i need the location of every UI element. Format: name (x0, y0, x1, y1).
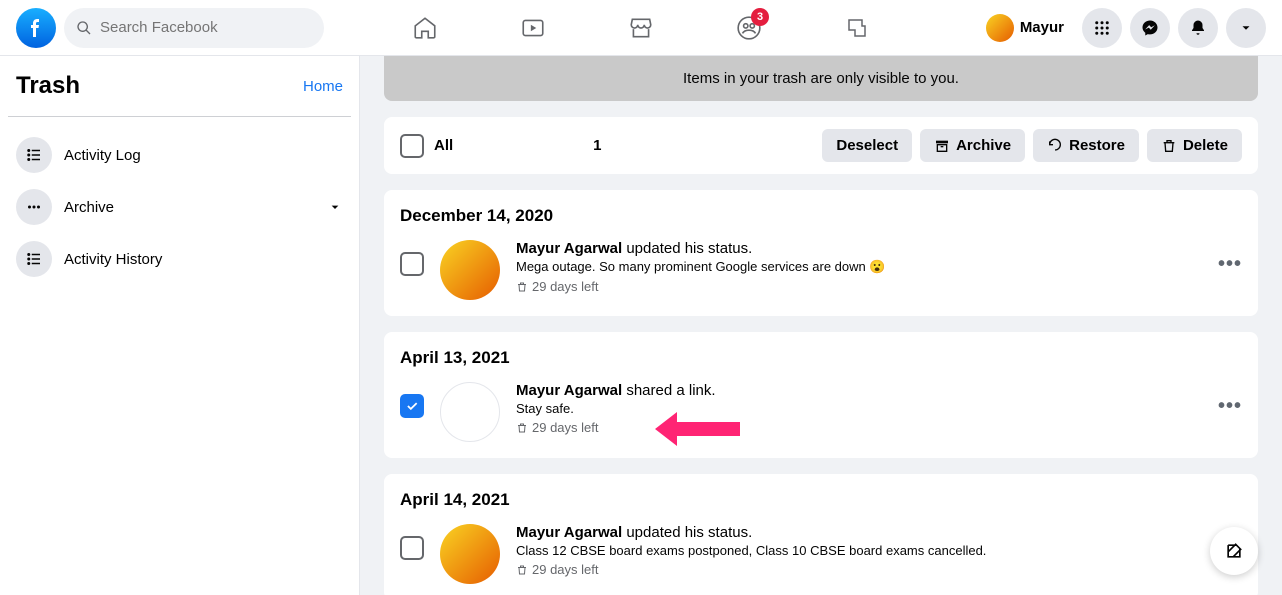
more-button[interactable]: ••• (1218, 395, 1242, 418)
selected-count: 1 (593, 137, 601, 154)
avatar-icon (986, 14, 1014, 42)
item-checkbox[interactable] (400, 394, 424, 418)
home-link[interactable]: Home (303, 78, 343, 95)
sidebar-item-label: Activity Log (64, 147, 343, 164)
gaming-icon (845, 16, 869, 40)
home-icon (412, 15, 438, 41)
sidebar: Trash Home Activity Log Archive Activity… (0, 56, 360, 595)
profile-button[interactable]: Mayur (982, 10, 1074, 46)
sidebar-item-activity-history[interactable]: Activity History (8, 233, 351, 285)
item-meta: 29 days left (516, 562, 1242, 577)
avatar-icon (440, 240, 500, 300)
item-title: Mayur Agarwal updated his status. (516, 524, 1242, 541)
marketplace-icon (628, 15, 654, 41)
profile-name: Mayur (1020, 19, 1064, 36)
groups-tab[interactable]: 3 (699, 4, 799, 52)
menu-button[interactable] (1082, 8, 1122, 48)
nav-right: Mayur (982, 8, 1266, 48)
sidebar-item-archive[interactable]: Archive (8, 181, 351, 233)
caret-down-icon (1239, 21, 1253, 35)
search-box[interactable] (64, 8, 324, 48)
select-all-checkbox[interactable] (400, 134, 424, 158)
sidebar-item-activity-log[interactable]: Activity Log (8, 129, 351, 181)
item-title: Mayur Agarwal updated his status. (516, 240, 1242, 257)
archive-icon (934, 138, 950, 154)
avatar-icon (440, 524, 500, 584)
archive-button[interactable]: Archive (920, 129, 1025, 162)
groups-badge: 3 (751, 8, 769, 26)
restore-button[interactable]: Restore (1033, 129, 1139, 162)
item-body: Class 12 CBSE board exams postponed, Cla… (516, 543, 1242, 558)
all-label: All (434, 137, 453, 154)
messenger-button[interactable] (1130, 8, 1170, 48)
top-navigation: 3 Mayur (0, 0, 1282, 56)
card-date: December 14, 2020 (400, 206, 1242, 226)
card-date: April 14, 2021 (400, 490, 1242, 510)
edit-icon (1224, 541, 1244, 561)
home-tab[interactable] (375, 4, 475, 52)
search-input[interactable] (100, 19, 312, 36)
item-title: Mayur Agarwal shared a link. (516, 382, 1242, 399)
facebook-logo[interactable] (16, 8, 56, 48)
item-meta: 29 days left (516, 420, 1242, 435)
search-icon (76, 20, 92, 36)
messenger-icon (1141, 19, 1159, 37)
delete-button[interactable]: Delete (1147, 129, 1242, 162)
trash-card: December 14, 2020 Mayur Agarwal updated … (384, 190, 1258, 316)
watch-icon (520, 15, 546, 41)
item-checkbox[interactable] (400, 252, 424, 276)
account-button[interactable] (1226, 8, 1266, 48)
watch-tab[interactable] (483, 4, 583, 52)
restore-icon (1047, 138, 1063, 154)
trash-icon (516, 564, 528, 576)
gaming-tab[interactable] (807, 4, 907, 52)
chevron-down-icon (327, 199, 343, 215)
notice-bar: Items in your trash are only visible to … (384, 56, 1258, 101)
content-area: Items in your trash are only visible to … (360, 56, 1282, 595)
list-icon (16, 137, 52, 173)
avatar-icon (440, 382, 500, 442)
dots-icon (16, 189, 52, 225)
more-button[interactable]: ••• (1218, 253, 1242, 276)
notifications-button[interactable] (1178, 8, 1218, 48)
sidebar-item-label: Archive (64, 199, 327, 216)
card-date: April 13, 2021 (400, 348, 1242, 368)
item-body: Stay safe. (516, 401, 1242, 416)
edit-fab[interactable] (1210, 527, 1258, 575)
trash-card: April 14, 2021 Mayur Agarwal updated his… (384, 474, 1258, 595)
trash-icon (516, 281, 528, 293)
marketplace-tab[interactable] (591, 4, 691, 52)
sidebar-item-label: Activity History (64, 251, 343, 268)
nav-center: 3 (375, 4, 907, 52)
item-meta: 29 days left (516, 279, 1242, 294)
item-body: Mega outage. So many prominent Google se… (516, 259, 1242, 275)
trash-icon (1161, 138, 1177, 154)
list-icon (16, 241, 52, 277)
page-title: Trash (16, 72, 80, 100)
trash-card: April 13, 2021 Mayur Agarwal shared a li… (384, 332, 1258, 458)
trash-icon (516, 422, 528, 434)
bell-icon (1189, 19, 1207, 37)
action-bar: All 1 Deselect Archive Restore Delete (384, 117, 1258, 174)
deselect-button[interactable]: Deselect (822, 129, 912, 162)
grid-icon (1093, 19, 1111, 37)
item-checkbox[interactable] (400, 536, 424, 560)
